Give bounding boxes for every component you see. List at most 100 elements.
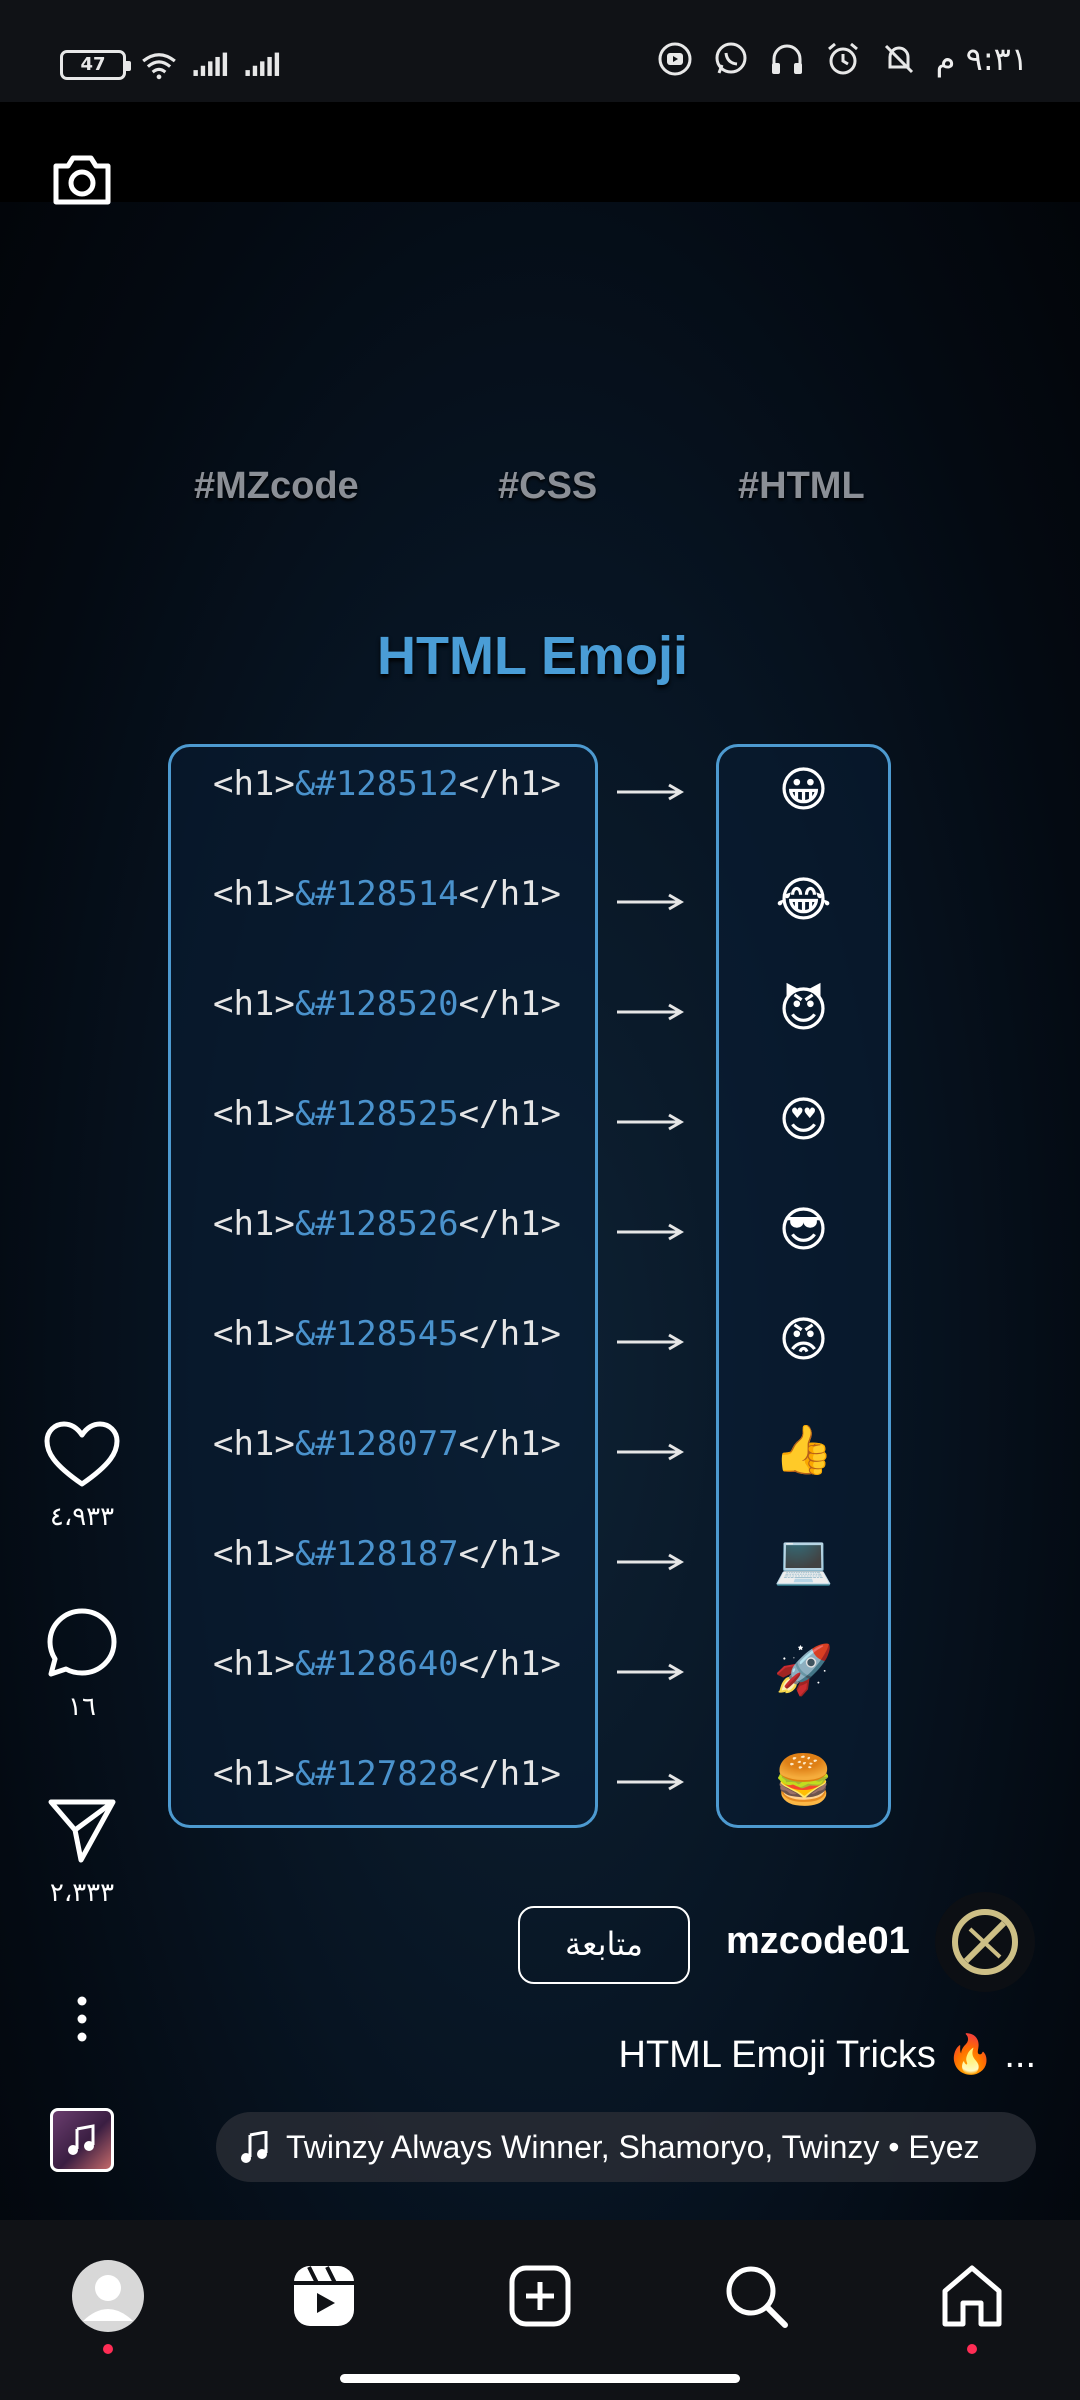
arrow-right-icon (617, 1223, 684, 1241)
music-note-icon (68, 2124, 95, 2155)
music-note-icon (241, 2131, 268, 2163)
arrow-right-icon (617, 1113, 684, 1131)
code-close-tag: </h1> (458, 1754, 561, 1794)
code-entity: &#128512 (294, 764, 459, 804)
headphones-icon (768, 40, 806, 78)
emoji-result: 😂 (775, 872, 832, 928)
code-line: <h1>&#128640</h1> (182, 1644, 592, 1684)
bottom-nav (0, 2220, 1080, 2400)
code-close-tag: </h1> (458, 874, 561, 914)
code-line: <h1>&#127828</h1> (182, 1754, 592, 1794)
status-bar: 47 ٩:٣١ م (0, 0, 1080, 102)
battery-icon: 47 (60, 50, 131, 80)
code-close-tag: </h1> (458, 764, 561, 804)
code-open-tag: <h1> (212, 874, 295, 914)
code-entity: &#128525 (294, 1094, 459, 1134)
mute-bell-icon (880, 40, 918, 78)
profile-notification-dot (103, 2344, 113, 2354)
emoji-result: 😍 (778, 1092, 829, 1148)
signal-icon-1 (192, 46, 230, 84)
emoji-result: 🚀 (773, 1642, 834, 1698)
camera-icon[interactable] (46, 144, 118, 216)
music-title: Twinzy Always Winner, Shamoryo, Twinzy •… (286, 2128, 980, 2165)
wifi-icon (140, 46, 178, 84)
code-open-tag: <h1> (212, 1204, 295, 1244)
code-entity: &#127828 (294, 1754, 459, 1794)
code-open-tag: <h1> (212, 1314, 295, 1354)
code-entity: &#128526 (294, 1204, 459, 1244)
username[interactable]: mzcode01 (726, 1920, 910, 1963)
hashtag-css: #CSS (498, 465, 598, 507)
whatsapp-icon (712, 40, 750, 78)
code-close-tag: </h1> (458, 1204, 561, 1244)
nav-reels[interactable] (284, 2256, 364, 2336)
top-bar (0, 102, 1080, 202)
youtube-icon (656, 40, 694, 78)
emoji-result: 👍 (773, 1422, 834, 1478)
signal-icon-2 (244, 46, 282, 84)
arrow-right-icon (617, 1443, 684, 1461)
code-line: <h1>&#128545</h1> (182, 1314, 592, 1354)
status-right: ٩:٣١ م (656, 40, 1028, 78)
mz-logo-icon (952, 1909, 1018, 1975)
battery-level: 47 (80, 54, 106, 75)
code-close-tag: </h1> (458, 1424, 561, 1464)
arrow-right-icon (617, 783, 684, 801)
nav-home[interactable] (932, 2256, 1012, 2354)
follow-button[interactable]: متابعة (518, 1906, 690, 1984)
share-icon[interactable] (45, 1796, 119, 1866)
clock: ٩:٣١ م (935, 40, 1028, 78)
arrow-right-icon (617, 1773, 684, 1791)
more-icon[interactable] (76, 1996, 88, 2042)
nav-create[interactable] (500, 2256, 580, 2336)
home-indicator[interactable] (340, 2374, 740, 2383)
emoji-result: 😎 (778, 1202, 829, 1258)
music-album-thumb[interactable] (50, 2108, 114, 2172)
arrow-right-icon (617, 1553, 684, 1571)
code-line: <h1>&#128187</h1> (182, 1534, 592, 1574)
video-title: HTML Emoji (376, 626, 688, 686)
code-open-tag: <h1> (212, 1644, 295, 1684)
code-line: <h1>&#128520</h1> (182, 984, 592, 1024)
comment-action[interactable]: ١٦ (40, 1606, 124, 1722)
more-options[interactable] (40, 1996, 124, 2046)
code-close-tag: </h1> (458, 1644, 561, 1684)
emoji-result: 😈 (778, 982, 829, 1038)
emoji-result: 😀 (778, 762, 829, 818)
emoji-result: 😡 (778, 1312, 829, 1368)
comment-icon[interactable] (45, 1606, 119, 1680)
status-left: 47 (60, 46, 282, 84)
code-open-tag: <h1> (212, 984, 295, 1024)
home-notification-dot (967, 2344, 977, 2354)
nav-search[interactable] (716, 2256, 796, 2336)
code-entity: &#128545 (294, 1314, 459, 1354)
emoji-result: 💻 (773, 1532, 834, 1588)
arrow-right-icon (617, 1663, 684, 1681)
code-open-tag: <h1> (212, 1754, 295, 1794)
hashtag-mzcode: #MZcode (194, 465, 359, 507)
author-row: متابعة mzcode01 (0, 1890, 1080, 2000)
author-avatar[interactable] (935, 1892, 1035, 1992)
emoji-result: 🍔 (773, 1752, 834, 1808)
code-line: <h1>&#128512</h1> (182, 764, 592, 804)
code-line: <h1>&#128526</h1> (182, 1204, 592, 1244)
music-track[interactable]: Twinzy Always Winner, Shamoryo, Twinzy •… (216, 2112, 1036, 2182)
comment-count: ١٦ (68, 1692, 96, 1722)
code-open-tag: <h1> (212, 1094, 295, 1134)
like-action[interactable]: ٤،٩٣٣ (40, 1420, 124, 1532)
code-close-tag: </h1> (458, 1094, 561, 1134)
post-caption[interactable]: HTML Emoji Tricks 🔥 ... (619, 2033, 1036, 2077)
code-close-tag: </h1> (458, 984, 561, 1024)
code-open-tag: <h1> (212, 764, 295, 804)
home-icon (942, 2265, 1002, 2327)
heart-icon[interactable] (43, 1420, 121, 1490)
nav-profile[interactable] (68, 2256, 148, 2354)
arrow-right-icon (617, 1003, 684, 1021)
arrow-right-icon (617, 893, 684, 911)
arrow-right-icon (617, 1333, 684, 1351)
like-count: ٤،٩٣٣ (49, 1502, 115, 1532)
code-open-tag: <h1> (212, 1534, 295, 1574)
code-entity: &#128514 (294, 874, 459, 914)
search-icon (726, 2266, 788, 2328)
code-entity: &#128640 (294, 1644, 459, 1684)
